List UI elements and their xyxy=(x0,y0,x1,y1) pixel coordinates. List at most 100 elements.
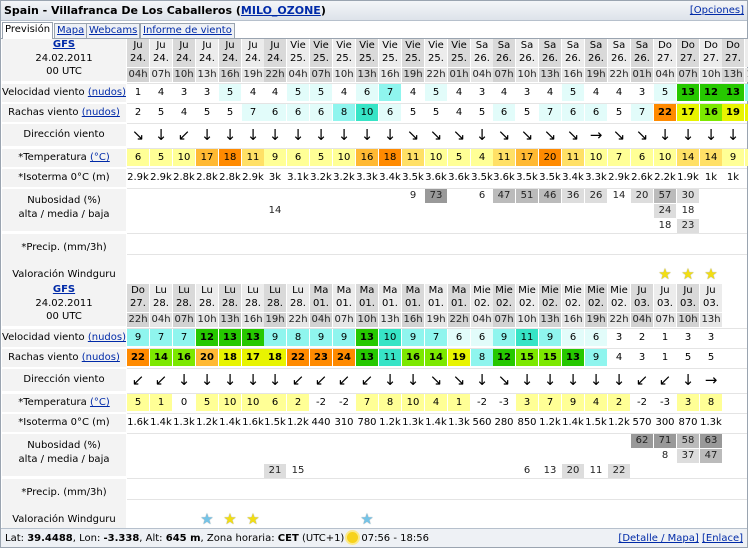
cloud-low-cell xyxy=(562,219,584,233)
hour-header: 04h xyxy=(310,313,332,327)
embed-link[interactable]: [Enlace] xyxy=(702,533,743,544)
options-link[interactable]: [Opciones] xyxy=(690,1,744,20)
cloud-mid-cell xyxy=(150,204,172,218)
temp-unit-link[interactable]: (°C) xyxy=(90,152,110,163)
wind-direction-arrow-icon: ↓ xyxy=(589,371,603,389)
label-temperature: *Temperatura (°C) xyxy=(2,394,126,412)
cloud-low-cell xyxy=(150,464,172,478)
wind-direction-arrow-icon: ↘ xyxy=(497,126,511,144)
cloud-low-cell xyxy=(333,464,355,478)
precip-cell xyxy=(471,479,493,507)
cloud-low-cell xyxy=(471,219,493,233)
cloud-high-cell: 73 xyxy=(425,189,447,203)
cloud-mid-cell xyxy=(608,204,630,218)
wind-speed-cell: 4 xyxy=(448,84,470,101)
precip-cell xyxy=(539,479,561,507)
detail-map-link[interactable]: [Detalle / Mapa] xyxy=(618,533,698,544)
hour-header: 16h xyxy=(242,313,264,327)
isotherm-cell: 280 xyxy=(494,417,514,428)
cloud-mid-cell xyxy=(516,204,538,218)
cloud-low-cell xyxy=(700,464,722,478)
precip-cell xyxy=(333,234,355,262)
precip-cell xyxy=(585,234,607,262)
forecast-block-2: GFS 24.02.2011 00 UTC Velocidad viento (nud… xyxy=(2,284,747,540)
cloud-low-cell xyxy=(173,219,195,233)
timezone-offset: (UTC+1) xyxy=(301,533,345,544)
cloud-mid-cell: 24 xyxy=(654,204,676,218)
wind-speed-cell: 13 xyxy=(242,329,264,346)
cloud-mid-cell xyxy=(631,449,653,463)
isotherm-cell: 1.5k xyxy=(264,417,286,428)
cloud-high-cell: 14 xyxy=(608,189,630,203)
day-header: Ju 24. xyxy=(127,39,149,67)
gust-cell: 4 xyxy=(608,349,630,366)
cloud-high-cell: 30 xyxy=(677,189,699,203)
units-link[interactable]: (nudos) xyxy=(82,352,120,363)
cloud-high-cell: 36 xyxy=(562,189,584,203)
wind-speed-cell: 12 xyxy=(700,84,722,101)
tab-webcams[interactable]: Webcams xyxy=(86,23,141,38)
row-divider xyxy=(127,433,747,434)
wind-direction-arrow-icon: ↘ xyxy=(543,126,557,144)
gust-cell: 5 xyxy=(516,104,538,121)
cloud-low-cell xyxy=(654,464,676,478)
units-link[interactable]: (nudos) xyxy=(88,87,126,98)
label-cloud: Nubosidad (%) alta / media / baja xyxy=(2,434,126,476)
label-direction: Dirección viento xyxy=(2,369,126,391)
cloud-high-cell xyxy=(356,189,378,203)
day-header: Sa 26. xyxy=(516,39,538,67)
cloud-high-cell: 58 xyxy=(677,434,699,448)
precip-cell xyxy=(196,234,218,262)
cloud-high-cell xyxy=(425,434,447,448)
hour-header: 22h xyxy=(287,313,309,327)
tab-prevision[interactable]: Previsión xyxy=(2,22,54,39)
cloud-mid-cell xyxy=(471,204,493,218)
precip-cell xyxy=(654,234,676,262)
temperature-cell: 2 xyxy=(608,394,630,411)
temperature-cell: 10 xyxy=(425,149,447,166)
rating-star-icon: ★ xyxy=(246,510,260,528)
model-link[interactable]: GFS xyxy=(2,39,126,53)
gust-cell: 6 xyxy=(264,104,286,121)
precip-cell xyxy=(379,234,401,262)
wind-speed-cell: 9 xyxy=(539,329,561,346)
cloud-mid-cell: 47 xyxy=(700,449,722,463)
spot-title: Spain - Villafranca De Los Caballeros xyxy=(4,4,233,17)
wind-speed-cell: 13 xyxy=(722,84,744,101)
gust-cell: 24 xyxy=(333,349,355,366)
units-link[interactable]: (nudos) xyxy=(82,107,120,118)
cloud-low-cell: 6 xyxy=(516,464,538,478)
tab-mapa[interactable]: Mapa xyxy=(54,23,88,38)
cloud-low-cell: 21 xyxy=(264,464,286,478)
precip-cell xyxy=(310,479,332,507)
gust-cell: 5 xyxy=(471,104,493,121)
wind-speed-cell: 2 xyxy=(631,329,653,346)
hour-header: 04h xyxy=(654,68,676,82)
cloud-high-cell xyxy=(448,434,470,448)
precip-cell xyxy=(585,479,607,507)
cloud-mid-cell xyxy=(310,204,332,218)
spot-owner-link[interactable]: MILO_OZONE xyxy=(241,4,321,17)
day-header: Lu 28. xyxy=(287,284,309,312)
precip-cell xyxy=(516,479,538,507)
day-header: Ju 03. xyxy=(677,284,699,312)
gust-cell: 10 xyxy=(356,104,378,121)
wind-direction-arrow-icon: ↓ xyxy=(337,126,351,144)
units-link[interactable]: (nudos) xyxy=(88,332,126,343)
wind-speed-cell: 5 xyxy=(219,84,241,101)
isotherm-cell: 3.3k xyxy=(585,172,607,183)
gust-cell: 5 xyxy=(150,104,172,121)
day-header: Sa 26. xyxy=(585,39,607,67)
hour-header: 04h xyxy=(127,68,149,82)
cloud-low-cell: 15 xyxy=(287,464,309,478)
tab-informe-viento[interactable]: Informe de viento xyxy=(140,23,235,38)
model-link[interactable]: GFS xyxy=(2,284,126,298)
temp-unit-link[interactable]: (°C) xyxy=(90,397,110,408)
isotherm-cell: 3k xyxy=(268,172,282,183)
cloud-high-cell xyxy=(379,189,401,203)
cloud-high-cell xyxy=(562,434,584,448)
gust-cell: 7 xyxy=(631,104,653,121)
cloud-low-cell: 22 xyxy=(608,464,630,478)
day-header: Ju 03. xyxy=(654,284,676,312)
cloud-low-cell xyxy=(448,464,470,478)
